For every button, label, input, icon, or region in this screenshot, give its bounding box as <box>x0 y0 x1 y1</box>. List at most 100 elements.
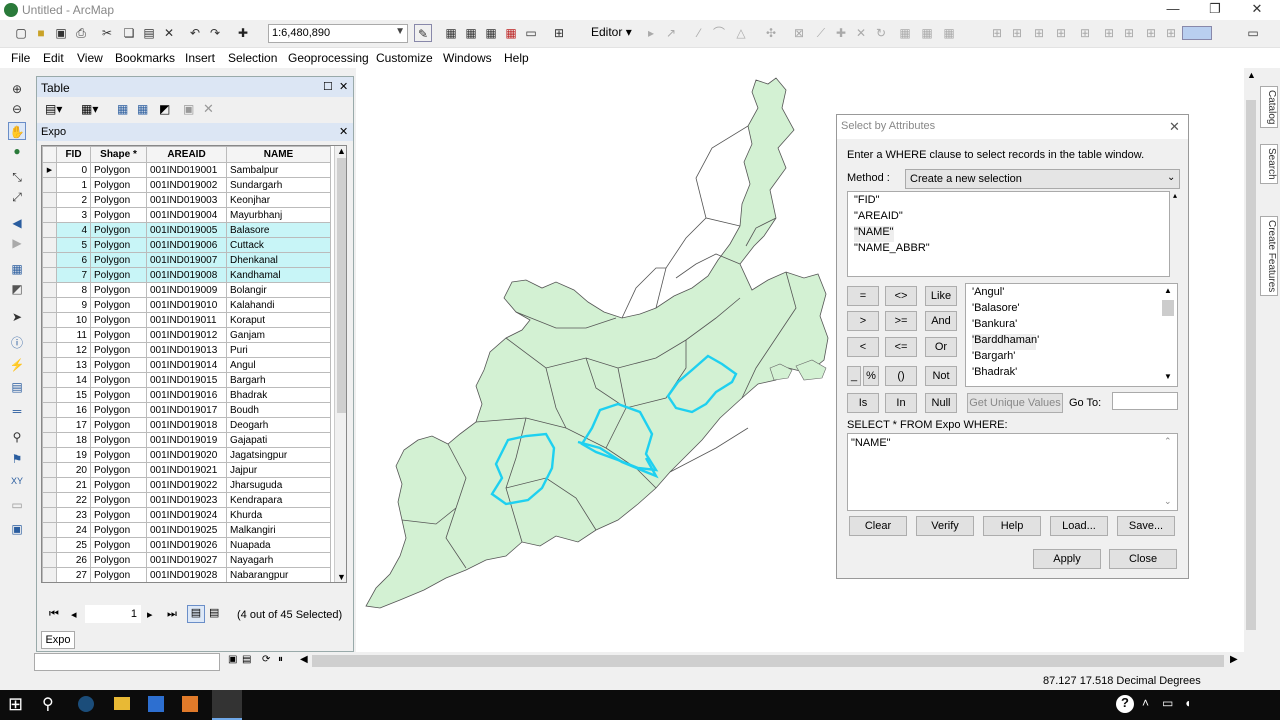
row-selector[interactable] <box>42 432 57 448</box>
menu-help[interactable]: Help <box>504 51 529 65</box>
name-cell[interactable]: Khurda <box>226 507 331 523</box>
maximize-icon[interactable]: ☐ <box>323 80 333 93</box>
table-row[interactable]: 24 Polygon 001IND019025 Malkangiri <box>42 522 331 538</box>
column-header-areaid[interactable]: AREAID <box>146 146 227 163</box>
get-unique-values-button[interactable]: Get Unique Values <box>967 393 1063 413</box>
operator-not-button[interactable]: Not <box>925 366 957 386</box>
show-selected-records-icon[interactable]: ▤ <box>209 606 219 619</box>
row-selector[interactable] <box>42 207 57 223</box>
areaid-cell[interactable]: 001IND019024 <box>146 507 227 523</box>
table-row[interactable]: 10 Polygon 001IND019011 Koraput <box>42 312 331 328</box>
table-row[interactable]: 11 Polygon 001IND019012 Ganjam <box>42 327 331 343</box>
full-extent-icon[interactable]: ● <box>8 142 26 160</box>
fid-cell[interactable]: 22 <box>56 492 91 508</box>
areaid-cell[interactable]: 001IND019011 <box>146 312 227 328</box>
georef-tool-1-icon[interactable]: ⊞ <box>988 24 1006 42</box>
transparency-slider[interactable] <box>1182 26 1212 40</box>
attributes-icon[interactable]: ▦ <box>896 24 914 42</box>
operator-less-equal-button[interactable]: <= <box>885 337 917 357</box>
values-scroll-down-icon[interactable]: ▼ <box>1164 372 1172 381</box>
show-all-records-icon[interactable]: ▤ <box>187 605 205 623</box>
row-selector[interactable] <box>42 252 57 268</box>
row-selector[interactable] <box>42 357 57 373</box>
close-tab-icon[interactable]: ✕ <box>339 125 348 138</box>
fid-cell[interactable]: 1 <box>56 177 91 193</box>
windows-start-icon[interactable]: ⊞ <box>8 694 23 715</box>
map-scale-combo[interactable]: 1:6,480,890 ▼ <box>268 24 408 43</box>
file-explorer-icon[interactable] <box>114 697 130 710</box>
shape-cell[interactable]: Polygon <box>90 252 147 268</box>
shape-cell[interactable]: Polygon <box>90 537 147 553</box>
previous-record-icon[interactable]: ◂ <box>71 608 77 621</box>
name-cell[interactable]: Kendrapara <box>226 492 331 508</box>
shape-cell[interactable]: Polygon <box>90 507 147 523</box>
find-icon[interactable]: ⚲ <box>8 428 26 446</box>
fid-cell[interactable]: 14 <box>56 372 91 388</box>
fid-cell[interactable]: 24 <box>56 522 91 538</box>
related-tables-icon[interactable]: ▦▾ <box>81 102 98 116</box>
fid-cell[interactable]: 9 <box>56 297 91 313</box>
shape-cell[interactable]: Polygon <box>90 432 147 448</box>
fid-cell[interactable]: 4 <box>56 222 91 238</box>
paste-icon[interactable]: ▤ <box>140 24 158 42</box>
value-item[interactable]: 'Barddhaman' <box>972 334 1039 350</box>
operator-and-button[interactable]: And <box>925 311 957 331</box>
operator-less-button[interactable]: < <box>847 337 879 357</box>
areaid-cell[interactable]: 001IND019007 <box>146 252 227 268</box>
areaid-cell[interactable]: 001IND019003 <box>146 192 227 208</box>
name-cell[interactable]: Sundargarh <box>226 177 331 193</box>
row-selector[interactable] <box>42 372 57 388</box>
shape-cell[interactable]: Polygon <box>90 282 147 298</box>
select-features-icon[interactable]: ▦ <box>8 260 26 278</box>
scroll-right-icon[interactable]: ▶ <box>1230 654 1238 665</box>
select-by-attributes-icon[interactable]: ▦ <box>117 102 128 116</box>
zoom-out-icon[interactable]: ⊖ <box>8 100 26 118</box>
georef-tool-9-icon[interactable]: ⊞ <box>1162 24 1180 42</box>
fid-cell[interactable]: 0 <box>56 162 91 178</box>
table-row[interactable]: 1 Polygon 001IND019002 Sundargarh <box>42 177 331 193</box>
operator-or-button[interactable]: Or <box>925 337 957 357</box>
row-selector[interactable] <box>42 387 57 403</box>
areaid-cell[interactable]: 001IND019021 <box>146 462 227 478</box>
cut-icon[interactable]: ✂ <box>98 24 116 42</box>
name-cell[interactable]: Nuapada <box>226 537 331 553</box>
table-row[interactable]: 12 Polygon 001IND019013 Puri <box>42 342 331 358</box>
name-cell[interactable]: Keonjhar <box>226 192 331 208</box>
table-options-icon[interactable]: ▤▾ <box>45 102 62 116</box>
menu-selection[interactable]: Selection <box>228 51 277 65</box>
fid-cell[interactable]: 16 <box>56 402 91 418</box>
row-selector[interactable] <box>42 237 57 253</box>
row-selector[interactable] <box>42 447 57 463</box>
name-cell[interactable]: Jagatsingpur <box>226 447 331 463</box>
hyperlink-icon[interactable]: ⚡ <box>8 356 26 374</box>
table-row[interactable]: 3 Polygon 001IND019004 Mayurbhanj <box>42 207 331 223</box>
cut-polygons-icon[interactable]: ✚ <box>832 24 850 42</box>
areaid-cell[interactable]: 001IND019004 <box>146 207 227 223</box>
row-selector[interactable] <box>42 462 57 478</box>
row-selector[interactable] <box>42 267 57 283</box>
clear-button[interactable]: Clear <box>849 516 907 536</box>
store-icon[interactable] <box>148 696 164 712</box>
values-scroll-thumb[interactable] <box>1162 300 1174 316</box>
network-icon[interactable]: ▭ <box>1162 696 1173 710</box>
values-scroll-up-icon[interactable]: ▲ <box>1164 286 1172 295</box>
table-row[interactable]: 4 Polygon 001IND019005 Balasore <box>42 222 331 238</box>
areaid-cell[interactable]: 001IND019022 <box>146 477 227 493</box>
areaid-cell[interactable]: 001IND019006 <box>146 237 227 253</box>
menu-edit[interactable]: Edit <box>43 51 64 65</box>
fid-cell[interactable]: 3 <box>56 207 91 223</box>
row-selector[interactable] <box>42 402 57 418</box>
table-row[interactable]: 21 Polygon 001IND019022 Jharsuguda <box>42 477 331 493</box>
row-selector[interactable] <box>42 222 57 238</box>
catalog-icon[interactable]: ▦ <box>462 24 480 42</box>
measure-icon[interactable]: ═ <box>8 402 26 420</box>
switch-selection-icon[interactable]: ▦ <box>137 102 148 116</box>
areaid-cell[interactable]: 001IND019013 <box>146 342 227 358</box>
areaid-cell[interactable]: 001IND019018 <box>146 417 227 433</box>
new-icon[interactable]: ▢ <box>12 24 30 42</box>
table-row[interactable]: 7 Polygon 001IND019008 Kandhamal <box>42 267 331 283</box>
row-selector[interactable] <box>42 177 57 193</box>
row-selector[interactable] <box>42 327 57 343</box>
table-row[interactable]: 9 Polygon 001IND019010 Kalahandi <box>42 297 331 313</box>
forward-icon[interactable]: ▶ <box>8 234 26 252</box>
